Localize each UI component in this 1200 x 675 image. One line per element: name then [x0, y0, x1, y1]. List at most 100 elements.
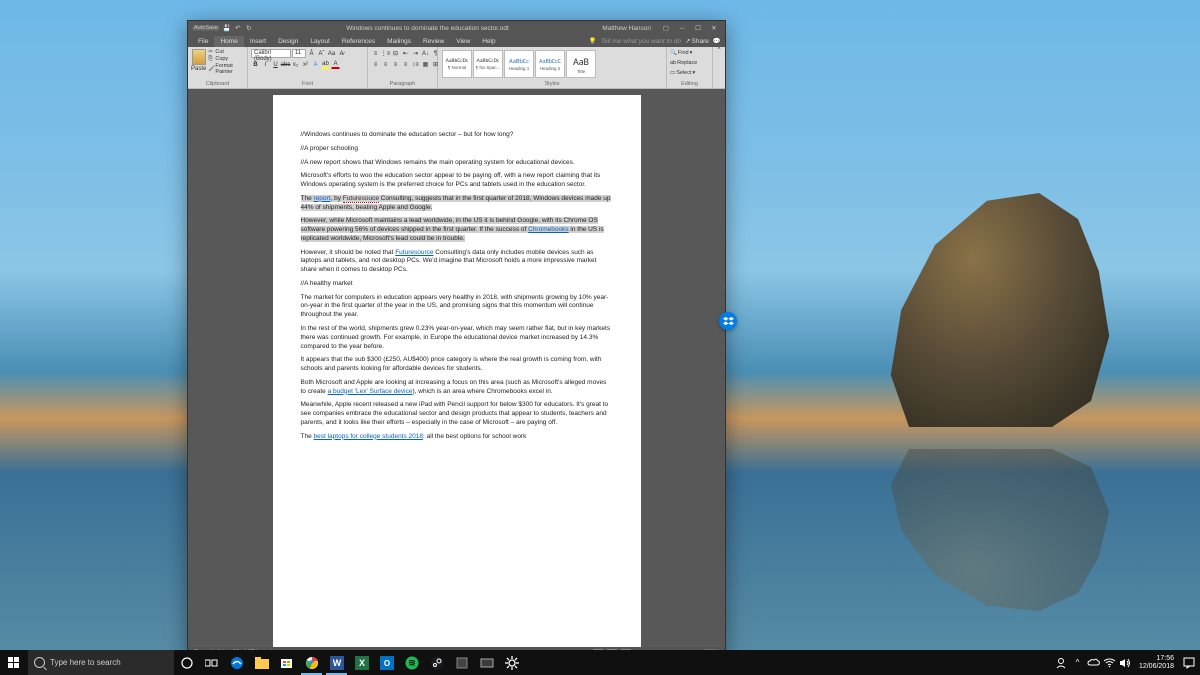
paragraph[interactable]: //A proper schooling [301, 145, 613, 154]
hyperlink[interactable]: best laptops for college students 2018 [314, 433, 424, 440]
tab-home[interactable]: Home [214, 36, 243, 47]
app-icon[interactable] [474, 650, 499, 675]
select-button[interactable]: ▭Select ▾ [670, 69, 695, 77]
bullets-icon[interactable]: ≡ [371, 49, 380, 58]
microsoft-store-icon[interactable] [274, 650, 299, 675]
tab-insert[interactable]: Insert [244, 36, 272, 47]
underline-button[interactable]: U [271, 60, 280, 69]
tab-file[interactable]: File [192, 36, 214, 47]
share-button[interactable]: ↗ Share [685, 37, 709, 45]
style-option[interactable]: AaBbCcHeading 1 [504, 50, 534, 78]
clear-format-icon[interactable]: A̷ [337, 49, 346, 58]
spellcheck-error[interactable]: Futuresouce [343, 195, 379, 203]
outlook-icon[interactable]: O [374, 650, 399, 675]
close-button[interactable]: ✕ [707, 22, 721, 34]
hyperlink[interactable]: report [314, 195, 331, 202]
tab-mailings[interactable]: Mailings [381, 36, 417, 47]
collapse-ribbon-icon[interactable]: ^ [713, 47, 725, 88]
hyperlink[interactable]: a budget 'Lex' Surface device [328, 388, 413, 395]
start-button[interactable] [0, 650, 28, 675]
font-name-select[interactable]: Calibri (Body) [251, 49, 291, 58]
sort-icon[interactable]: A↓ [421, 49, 430, 58]
paste-button[interactable]: Paste [191, 49, 206, 72]
taskbar-clock[interactable]: 17:5612/06/2018 [1135, 655, 1178, 670]
comments-icon[interactable]: 💬 [713, 37, 721, 45]
justify-icon[interactable]: ≡ [401, 60, 410, 69]
ribbon-options-icon[interactable]: ▢ [659, 22, 673, 34]
tell-me-search[interactable]: Tell me what you want to do [601, 38, 681, 45]
multilevel-icon[interactable]: ⊟ [391, 49, 400, 58]
font-color-icon[interactable]: A [331, 60, 340, 69]
grow-font-icon[interactable]: Â [307, 49, 316, 58]
excel-icon[interactable]: X [349, 650, 374, 675]
cortana-icon[interactable] [174, 650, 199, 675]
chrome-icon[interactable] [299, 650, 324, 675]
paragraph[interactable]: //A healthy market [301, 280, 613, 289]
paragraph[interactable]: The report, by Futuresouce Consulting, s… [301, 195, 613, 213]
copy-button[interactable]: ⎘Copy [208, 56, 244, 62]
steam-icon[interactable] [424, 650, 449, 675]
align-left-icon[interactable]: ≡ [371, 60, 380, 69]
outdent-icon[interactable]: ⇤ [401, 49, 410, 58]
save-icon[interactable]: 💾 [223, 24, 231, 32]
superscript-button[interactable]: x² [301, 60, 310, 69]
app-icon[interactable] [449, 650, 474, 675]
spotify-icon[interactable] [399, 650, 424, 675]
tab-review[interactable]: Review [417, 36, 450, 47]
style-option[interactable]: AaBTitle [566, 50, 596, 78]
dropbox-badge[interactable] [719, 312, 737, 330]
paragraph[interactable]: Microsoft's efforts to woo the education… [301, 172, 613, 190]
paragraph[interactable]: Meanwhile, Apple recent released a new i… [301, 401, 613, 427]
style-option[interactable]: AaBbCcDc¶ Normal [442, 50, 472, 78]
people-icon[interactable] [1055, 656, 1068, 669]
align-center-icon[interactable]: ≡ [381, 60, 390, 69]
highlight-icon[interactable]: ab [321, 60, 330, 69]
wifi-icon[interactable] [1103, 656, 1116, 669]
indent-icon[interactable]: ⇥ [411, 49, 420, 58]
user-name[interactable]: Matthew Hanson [602, 25, 651, 32]
align-right-icon[interactable]: ≡ [391, 60, 400, 69]
paragraph[interactable]: The market for computers in education ap… [301, 294, 613, 320]
line-spacing-icon[interactable]: ↕≡ [411, 60, 420, 69]
bold-button[interactable]: B [251, 60, 260, 69]
tab-help[interactable]: Help [476, 36, 501, 47]
edge-icon[interactable] [224, 650, 249, 675]
tray-chevron-icon[interactable]: ^ [1071, 656, 1084, 669]
action-center-icon[interactable] [1181, 650, 1196, 675]
italic-button[interactable]: I [261, 60, 270, 69]
font-size-select[interactable]: 11 [292, 49, 306, 58]
paragraph[interactable]: The best laptops for college students 20… [301, 433, 613, 442]
onedrive-icon[interactable] [1087, 656, 1100, 669]
replace-button[interactable]: abReplace [670, 59, 697, 67]
paragraph[interactable]: Both Microsoft and Apple are looking at … [301, 379, 613, 397]
format-painter-button[interactable]: 🖌Format Painter [208, 63, 244, 75]
hyperlink[interactable]: Futuresource [395, 249, 433, 256]
tab-references[interactable]: References [336, 36, 381, 47]
numbering-icon[interactable]: ⋮≡ [381, 49, 390, 58]
minimize-button[interactable]: ─ [675, 22, 689, 34]
taskbar-search[interactable]: Type here to search [28, 650, 174, 675]
file-explorer-icon[interactable] [249, 650, 274, 675]
redo-icon[interactable]: ↻ [245, 24, 253, 32]
shading-icon[interactable]: ▦ [421, 60, 430, 69]
style-option[interactable]: AaBbCcCHeading 2 [535, 50, 565, 78]
paragraph[interactable]: However, it should be noted that Futures… [301, 249, 613, 275]
text-effects-icon[interactable]: A [311, 60, 320, 69]
paragraph[interactable]: //Windows continues to dominate the educ… [301, 131, 613, 140]
hyperlink[interactable]: Chromebooks [528, 226, 568, 233]
autosave-toggle[interactable]: AutoSave [192, 25, 220, 31]
document-page[interactable]: //Windows continues to dominate the educ… [273, 95, 641, 647]
strikethrough-button[interactable]: abc [281, 60, 290, 69]
settings-icon[interactable] [499, 650, 524, 675]
paragraph[interactable]: //A new report shows that Windows remain… [301, 159, 613, 168]
maximize-button[interactable]: ☐ [691, 22, 705, 34]
word-icon[interactable]: W [324, 650, 349, 675]
tab-layout[interactable]: Layout [304, 36, 336, 47]
paragraph[interactable]: It appears that the sub $300 (£250, AU$4… [301, 356, 613, 374]
undo-icon[interactable]: ↶ [234, 24, 242, 32]
subscript-button[interactable]: x₂ [291, 60, 300, 69]
find-button[interactable]: 🔍Find ▾ [670, 49, 692, 57]
paragraph[interactable]: In the rest of the world, shipments grew… [301, 325, 613, 351]
shrink-font-icon[interactable]: Aˇ [317, 49, 326, 58]
style-option[interactable]: AaBbCcDc¶ No Spac... [473, 50, 503, 78]
